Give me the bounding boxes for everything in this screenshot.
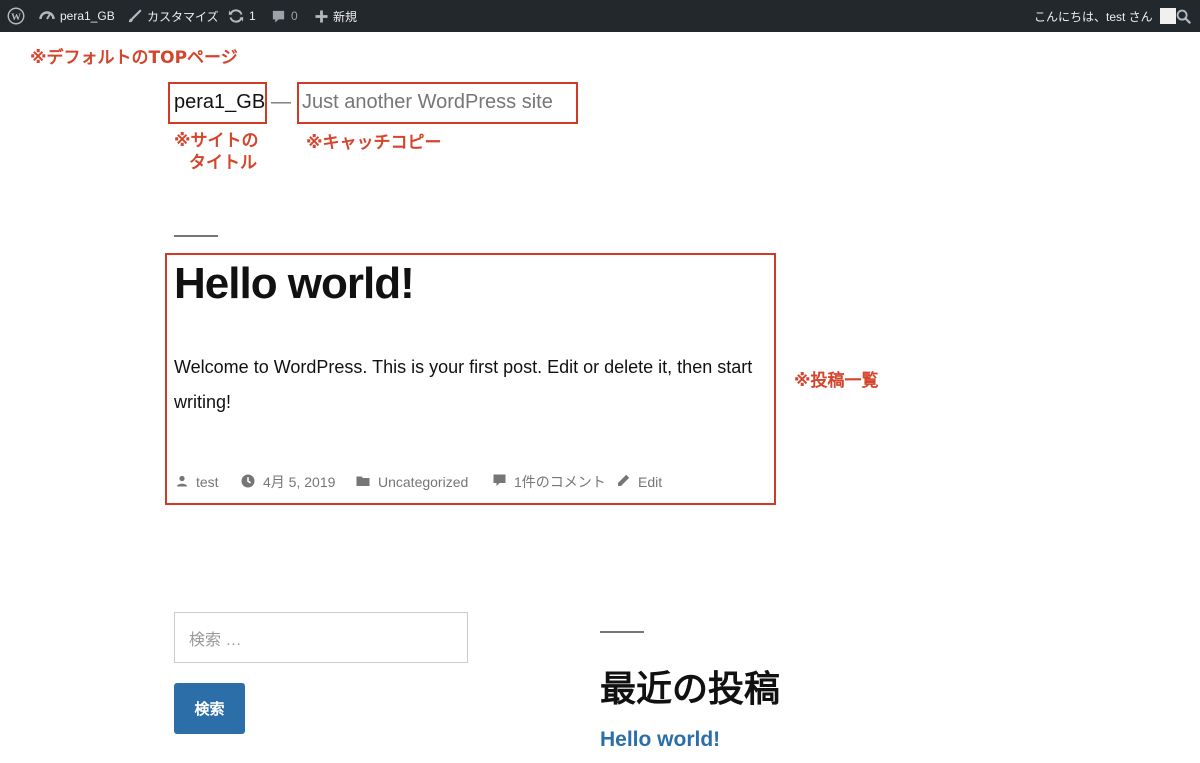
annotation-site-title-line1: ※サイトの (174, 131, 259, 151)
comments-count: 0 (291, 9, 298, 23)
plus-icon (315, 9, 328, 23)
author-name: test (196, 474, 219, 490)
annotation-post-list: ※投稿一覧 (794, 371, 879, 391)
recent-posts-title: 最近の投稿 (600, 669, 781, 710)
comments-menu[interactable]: 0 (271, 0, 298, 32)
updates-menu[interactable]: 1 (228, 0, 256, 32)
title-separator: — (271, 91, 291, 113)
svg-text:W: W (11, 12, 21, 23)
post-edit-link[interactable]: Edit (617, 472, 662, 492)
post-comments[interactable]: 1件のコメント (493, 472, 606, 492)
updates-icon (228, 8, 244, 24)
search-submit-button[interactable]: 検索 (174, 683, 245, 734)
avatar (1159, 8, 1176, 24)
new-label: 新規 (333, 9, 358, 24)
adminbar-search[interactable] (1176, 0, 1191, 32)
annotation-tagline: ※キャッチコピー (306, 133, 442, 153)
my-account-menu[interactable]: こんにちは、test さん (1034, 0, 1176, 32)
comment-icon (271, 9, 286, 24)
post-title[interactable]: Hello world! (174, 259, 415, 309)
greeting-label: こんにちは、test さん (1034, 9, 1153, 24)
post-comments-label: 1件のコメント (514, 474, 606, 490)
dashboard-icon (39, 8, 55, 24)
admin-bar: W pera1_GB カスタマイズ 1 0 新規 こんにちは、test さん (0, 0, 1200, 32)
edit-label: Edit (638, 474, 663, 490)
post-separator (174, 235, 218, 237)
wordpress-menu[interactable]: W (7, 0, 25, 32)
brush-icon (127, 9, 142, 24)
search-icon (1176, 9, 1191, 24)
post-date-label: 4月 5, 2019 (263, 474, 336, 490)
post-excerpt: Welcome to WordPress. This is your first… (174, 357, 753, 412)
author-icon (176, 474, 188, 490)
site-title[interactable]: pera1_GB (174, 91, 265, 114)
site-name-label: pera1_GB (60, 9, 115, 23)
folder-icon (356, 474, 370, 490)
search-input[interactable]: 検索 … (174, 612, 468, 663)
site-name-menu[interactable]: pera1_GB (39, 0, 115, 32)
search-placeholder: 検索 … (189, 631, 242, 649)
customize-menu[interactable]: カスタマイズ (127, 0, 219, 32)
customize-label: カスタマイズ (147, 9, 219, 24)
post-author[interactable]: test (176, 472, 219, 492)
annotation-site-title-line2: タイトル (189, 153, 257, 173)
widget-separator (600, 631, 644, 633)
clock-icon (241, 474, 255, 491)
post-date[interactable]: 4月 5, 2019 (241, 472, 335, 492)
post-category-label: Uncategorized (378, 474, 469, 490)
comment-bubble-icon (493, 474, 506, 490)
site-description: Just another WordPress site (302, 91, 553, 113)
pencil-icon (617, 474, 630, 490)
updates-count: 1 (249, 9, 256, 23)
post-category[interactable]: Uncategorized (356, 472, 468, 492)
annotation-page-label: ※デフォルトのTOPページ (30, 48, 238, 68)
recent-post-link[interactable]: Hello world! (600, 728, 720, 752)
wordpress-logo-icon: W (7, 7, 25, 25)
new-content-menu[interactable]: 新規 (315, 0, 357, 32)
